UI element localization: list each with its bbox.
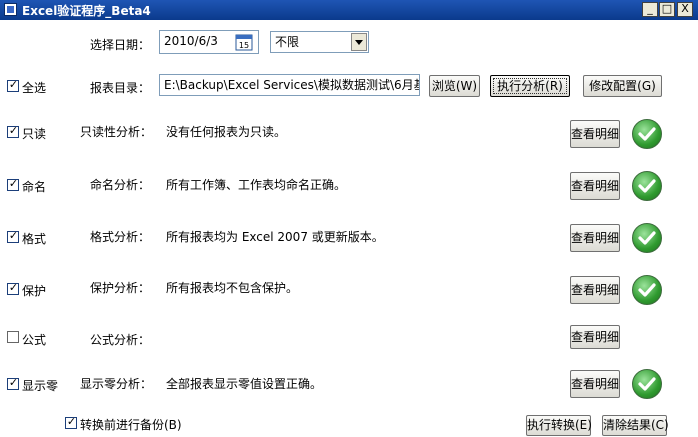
- naming-details-button[interactable]: 查看明细: [570, 172, 620, 200]
- success-check-icon: [632, 369, 662, 399]
- title-bar[interactable]: Excel验证程序_Beta4 _ □ X: [0, 0, 698, 20]
- show-zero-details-button[interactable]: 查看明细: [570, 370, 620, 398]
- check-icon: ✓: [66, 415, 77, 428]
- check-icon: ✓: [8, 78, 19, 91]
- format-check-label: 格式: [22, 232, 47, 246]
- formula-checkbox[interactable]: [7, 331, 19, 343]
- format-analysis-label: 格式分析：: [90, 230, 151, 244]
- format-analysis-result: 所有报表均为 Excel 2007 或更新版本。: [166, 230, 384, 244]
- check-icon: ✓: [8, 177, 19, 190]
- clear-results-button[interactable]: 清除结果(C): [602, 415, 669, 436]
- browse-button[interactable]: 浏览(W): [429, 75, 480, 97]
- protection-analysis-label: 保护分析：: [90, 281, 151, 295]
- directory-path-input[interactable]: E:\Backup\Excel Services\模拟数据测试\6月基础表: [159, 74, 420, 96]
- show-zero-check-label: 显示零: [22, 379, 59, 393]
- date-label: 选择日期：: [90, 38, 151, 52]
- select-all-checkbox[interactable]: ✓: [7, 78, 19, 92]
- show-zero-analysis-label: 显示零分析：: [80, 377, 153, 391]
- check-icon: ✓: [8, 229, 19, 242]
- backup-label: 转换前进行备份(B): [80, 418, 182, 432]
- execute-analysis-button[interactable]: 执行分析(R): [490, 75, 570, 97]
- protection-check-label: 保护: [22, 284, 47, 298]
- formula-check-label: 公式: [22, 333, 47, 347]
- check-icon: ✓: [8, 376, 19, 389]
- show-zero-analysis-result: 全部报表显示零值设置正确。: [166, 377, 323, 391]
- modify-config-button[interactable]: 修改配置(G): [583, 75, 662, 97]
- readonly-analysis-result: 没有任何报表为只读。: [166, 125, 287, 139]
- calendar-day: 15: [239, 41, 249, 50]
- directory-path: E:\Backup\Excel Services\模拟数据测试\6月基础表: [164, 78, 419, 92]
- chevron-down-icon[interactable]: [351, 33, 367, 51]
- window-title: Excel验证程序_Beta4: [22, 4, 151, 18]
- check-icon: ✓: [8, 124, 19, 137]
- maximize-button[interactable]: □: [659, 2, 675, 17]
- naming-checkbox[interactable]: ✓: [7, 177, 19, 191]
- formula-details-button[interactable]: 查看明细: [570, 325, 620, 349]
- app-icon: [4, 3, 17, 16]
- format-checkbox[interactable]: ✓: [7, 229, 19, 243]
- directory-label: 报表目录：: [90, 81, 151, 95]
- naming-analysis-result: 所有工作簿、工作表均命名正确。: [166, 178, 347, 192]
- success-check-icon: [632, 275, 662, 305]
- success-check-icon: [632, 119, 662, 149]
- date-value: 2010/6/3: [164, 34, 218, 48]
- readonly-analysis-label: 只读性分析：: [80, 125, 153, 139]
- calendar-icon[interactable]: 15: [235, 33, 253, 51]
- show-zero-checkbox[interactable]: ✓: [7, 376, 19, 390]
- backup-checkbox[interactable]: ✓: [65, 415, 77, 429]
- success-check-icon: [632, 223, 662, 253]
- readonly-check-label: 只读: [22, 127, 47, 141]
- app-window: Excel验证程序_Beta4 _ □ X 选择日期： 2010/6/3 15 …: [0, 0, 698, 437]
- close-button[interactable]: X: [677, 2, 693, 17]
- select-all-label: 全选: [22, 81, 47, 95]
- format-details-button[interactable]: 查看明细: [570, 224, 620, 252]
- protection-details-button[interactable]: 查看明细: [570, 276, 620, 304]
- formula-analysis-label: 公式分析：: [90, 333, 151, 347]
- success-check-icon: [632, 171, 662, 201]
- protection-checkbox[interactable]: ✓: [7, 281, 19, 295]
- minimize-button[interactable]: _: [642, 2, 658, 17]
- readonly-details-button[interactable]: 查看明细: [570, 120, 620, 148]
- naming-analysis-label: 命名分析：: [90, 178, 151, 192]
- date-range-value: 不限: [275, 35, 300, 49]
- naming-check-label: 命名: [22, 180, 47, 194]
- execute-convert-button[interactable]: 执行转换(E): [526, 415, 592, 436]
- check-icon: ✓: [8, 281, 19, 294]
- readonly-checkbox[interactable]: ✓: [7, 124, 19, 138]
- protection-analysis-result: 所有报表均不包含保护。: [166, 281, 299, 295]
